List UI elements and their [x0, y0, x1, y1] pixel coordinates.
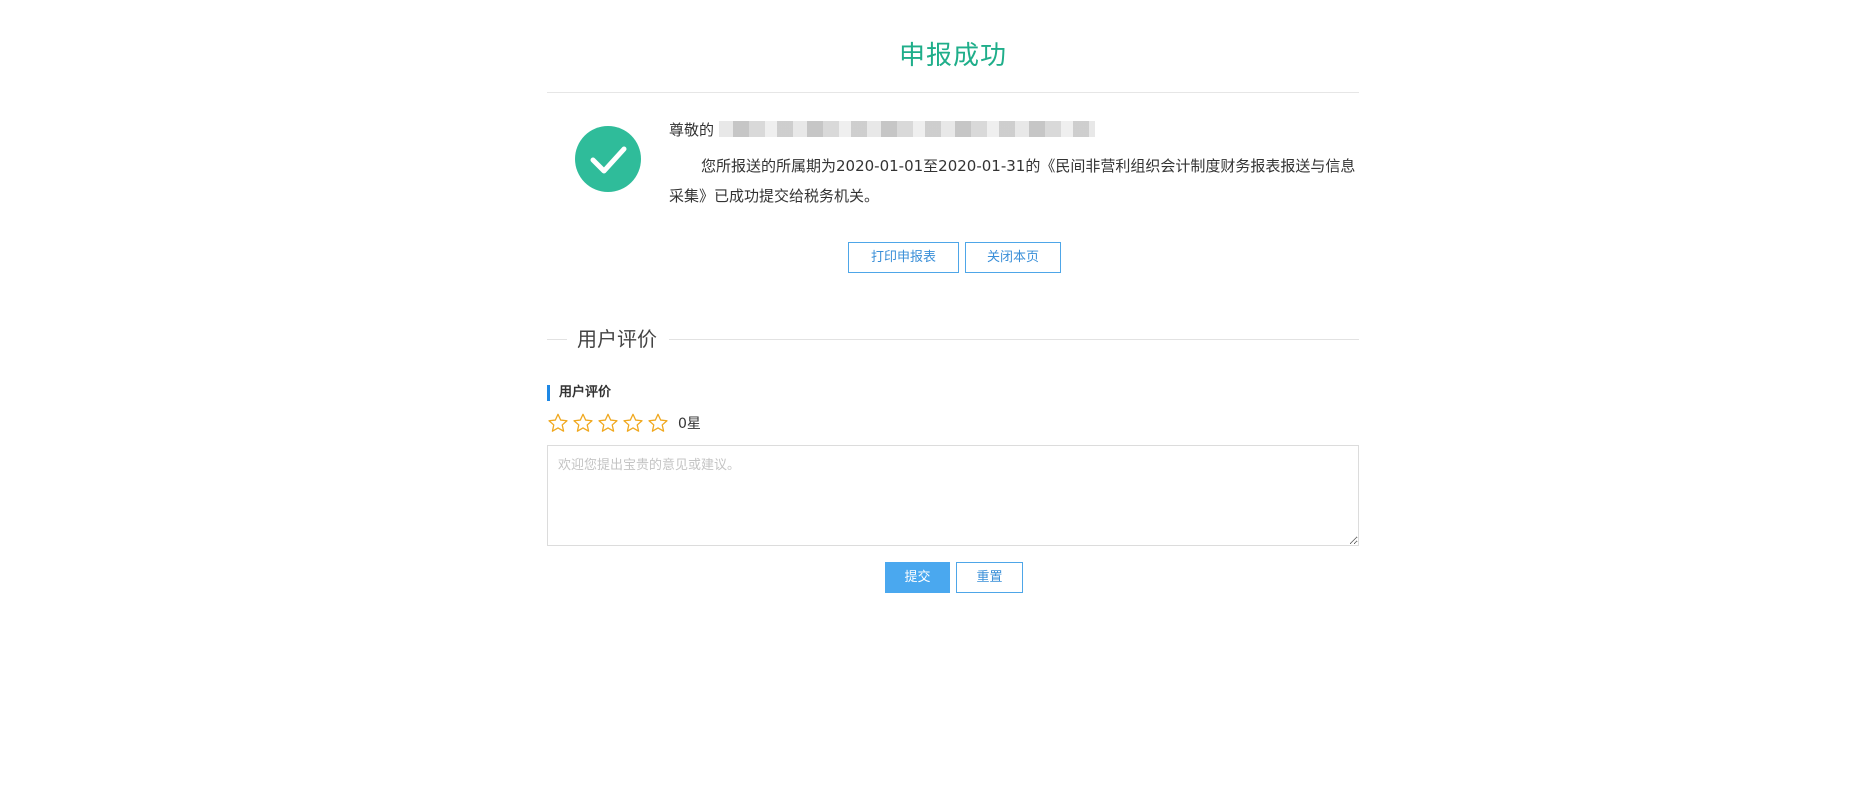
feedback-input[interactable]: [547, 445, 1359, 546]
rating-sub-label: 用户评价: [547, 385, 611, 401]
page: 申报成功 尊敬的 您所报送的所属期为2020-01-01至2020-01-31的…: [0, 0, 1854, 790]
star-outline-icon[interactable]: [647, 412, 669, 434]
star-count-text: 0星: [678, 416, 701, 432]
success-message: 您所报送的所属期为2020-01-01至2020-01-31的《民间非营利组织会…: [669, 157, 1356, 205]
reset-button[interactable]: 重置: [956, 562, 1023, 593]
rating-section-title: 用户评价: [577, 327, 657, 351]
title-divider: [547, 92, 1359, 93]
section-divider-left: [547, 339, 567, 340]
check-mark: [590, 146, 627, 174]
check-circle-icon: [575, 126, 641, 192]
page-title: 申报成功: [898, 41, 1007, 71]
rating-section-header: 用户评价: [547, 325, 1359, 353]
print-declaration-button[interactable]: 打印申报表: [848, 242, 959, 273]
submit-button[interactable]: 提交: [885, 562, 950, 593]
section-divider-right: [669, 339, 1359, 340]
greeting-text: 尊敬的: [669, 121, 715, 139]
star-outline-icon[interactable]: [572, 412, 594, 434]
star-outline-icon[interactable]: [547, 412, 569, 434]
redacted-taxpayer-name: [719, 121, 1095, 137]
close-page-button[interactable]: 关闭本页: [965, 242, 1061, 273]
star-outline-icon[interactable]: [597, 412, 619, 434]
star-outline-icon[interactable]: [622, 412, 644, 434]
